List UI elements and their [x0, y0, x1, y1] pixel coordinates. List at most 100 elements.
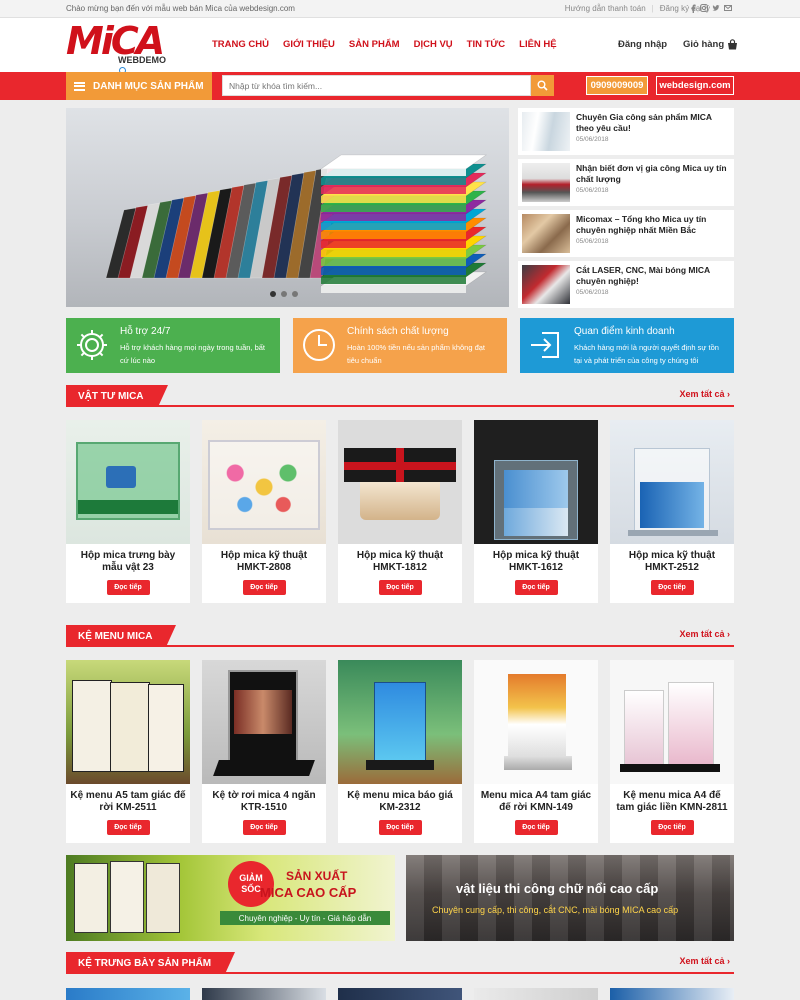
banner-tagline: Chuyên nghiệp - Uy tín - Giá hấp dẫn	[220, 911, 390, 925]
nav-about[interactable]: GIỚI THIỆU	[283, 39, 335, 50]
search-input[interactable]	[222, 75, 531, 96]
search-button[interactable]	[531, 75, 554, 96]
nav-contact[interactable]: LIÊN HỆ	[519, 39, 556, 50]
nav-news[interactable]: TIN TỨC	[467, 39, 506, 50]
read-more-button[interactable]: Đọc tiếp	[242, 580, 286, 595]
banner-headline: vật liệu thi công chữ nổi cao cấp	[456, 881, 659, 896]
news-thumbnail	[522, 265, 570, 304]
acrylic-sheets-illustration	[105, 154, 487, 293]
feature-business: Quan điểm kinh doanh Khách hàng mới là ng…	[520, 318, 734, 373]
product-image[interactable]	[338, 420, 462, 544]
product-name[interactable]: Menu mica A4 tam giác đế rời KMN-149	[474, 790, 598, 814]
read-more-button[interactable]: Đọc tiếp	[650, 820, 694, 835]
sale-badge: GIẢM SỐC	[228, 861, 274, 907]
site-logo[interactable]: MiCA WEBDEMO	[66, 22, 166, 74]
product-image[interactable]	[338, 988, 462, 1000]
slider-dot[interactable]	[270, 291, 276, 297]
product-card[interactable]: Kệ menu A5 tam giác đế rời KM-2511 Đọc t…	[66, 660, 190, 843]
news-title[interactable]: Cắt LASER, CNC, Mài bóng MICA chuyên ngh…	[576, 265, 730, 287]
top-bar: Chào mừng bạn đến với mẫu web bán Mica c…	[0, 0, 800, 18]
product-name[interactable]: Hộp mica kỹ thuật HMKT-1612	[474, 550, 598, 574]
product-image[interactable]	[66, 420, 190, 544]
welcome-text: Chào mừng bạn đến với mẫu web bán Mica c…	[66, 4, 295, 13]
news-item[interactable]: Nhận biết đơn vị gia công Mica uy tín ch…	[518, 159, 734, 206]
product-card[interactable]: Kệ menu mica A4 đế tam giác liền KMN-281…	[610, 660, 734, 843]
product-image[interactable]	[338, 660, 462, 784]
view-all-link[interactable]: Xem tất cả ›	[679, 629, 730, 639]
product-image[interactable]	[610, 988, 734, 1000]
view-all-link[interactable]: Xem tất cả ›	[679, 956, 730, 966]
product-card[interactable]: Hộp mica trưng bày mẫu vật 23 Đọc tiếp	[66, 420, 190, 603]
login-link[interactable]: Đăng nhập	[618, 39, 667, 50]
cart-link[interactable]: Giỏ hàng	[683, 39, 738, 50]
website-button[interactable]: webdesign.com	[656, 76, 734, 95]
product-image[interactable]	[66, 988, 190, 1000]
product-name[interactable]: Hộp mica kỹ thuật HMKT-2512	[610, 550, 734, 574]
read-more-button[interactable]: Đọc tiếp	[242, 820, 286, 835]
product-card[interactable]: Hộp mica kỹ thuật HMKT-1612 Đọc tiếp	[474, 420, 598, 603]
facebook-icon[interactable]	[690, 4, 696, 13]
payment-guide-link[interactable]: Hướng dẫn thanh toán	[565, 4, 646, 13]
news-item[interactable]: Micomax – Tổng kho Mica uy tín chuyên ng…	[518, 210, 734, 257]
feature-desc: Khách hàng mới là người quyết định sự tồ…	[574, 343, 719, 365]
feature-title: Hỗ trợ 24/7	[120, 326, 171, 337]
divider: |	[651, 4, 654, 13]
promo-banner-mica[interactable]: GIẢM SỐC SẢN XUẤT MICA CAO CẤP Chuyên ngh…	[66, 855, 395, 941]
feature-quality: Chính sách chất lượng Hoàn 100% tiền nếu …	[293, 318, 507, 373]
product-card[interactable]: Hộp mica kỹ thuật HMKT-2808 Đọc tiếp	[202, 420, 326, 603]
product-image[interactable]	[202, 988, 326, 1000]
read-more-button[interactable]: Đọc tiếp	[650, 580, 694, 595]
read-more-button[interactable]: Đọc tiếp	[378, 580, 422, 595]
news-item[interactable]: Chuyên Gia công sản phẩm MICA theo yêu c…	[518, 108, 734, 155]
twitter-icon[interactable]	[712, 4, 720, 12]
read-more-button[interactable]: Đọc tiếp	[106, 580, 150, 595]
banner-headline: MICA CAO CẤP	[260, 885, 357, 900]
slider-dots[interactable]	[270, 291, 298, 297]
product-name[interactable]: Kệ menu A5 tam giác đế rời KM-2511	[66, 790, 190, 814]
product-image[interactable]	[474, 420, 598, 544]
product-image[interactable]	[610, 660, 734, 784]
read-more-button[interactable]: Đọc tiếp	[378, 820, 422, 835]
read-more-button[interactable]: Đọc tiếp	[514, 820, 558, 835]
mail-icon[interactable]	[724, 4, 732, 12]
product-card[interactable]: Hộp mica kỹ thuật HMKT-1812 Đọc tiếp	[338, 420, 462, 603]
instagram-icon[interactable]	[700, 4, 708, 12]
news-title[interactable]: Chuyên Gia công sản phẩm MICA theo yêu c…	[576, 112, 730, 134]
product-name[interactable]: Hộp mica kỹ thuật HMKT-1812	[338, 550, 462, 574]
product-image[interactable]	[474, 988, 598, 1000]
product-card[interactable]: Menu mica A4 tam giác đế rời KMN-149 Đọc…	[474, 660, 598, 843]
category-menu-label: DANH MỤC SẢN PHẨM	[93, 80, 204, 92]
view-all-link[interactable]: Xem tất cả ›	[679, 389, 730, 399]
news-thumbnail	[522, 214, 570, 253]
news-item[interactable]: Cắt LASER, CNC, Mài bóng MICA chuyên ngh…	[518, 261, 734, 308]
nav-home[interactable]: TRANG CHỦ	[212, 39, 269, 50]
product-image[interactable]	[610, 420, 734, 544]
product-card[interactable]: Kệ tờ rơi mica 4 ngăn KTR-1510 Đọc tiếp	[202, 660, 326, 843]
product-image[interactable]	[66, 660, 190, 784]
promo-banner-letters[interactable]: vật liệu thi công chữ nổi cao cấp Chuyên…	[406, 855, 734, 941]
product-image[interactable]	[474, 660, 598, 784]
read-more-button[interactable]: Đọc tiếp	[106, 820, 150, 835]
slider-dot[interactable]	[292, 291, 298, 297]
product-name[interactable]: Kệ tờ rơi mica 4 ngăn KTR-1510	[202, 790, 326, 814]
product-card[interactable]: Hộp mica kỹ thuật HMKT-2512 Đọc tiếp	[610, 420, 734, 603]
hotline-button[interactable]: 0909009009	[586, 76, 648, 95]
product-card[interactable]: Kệ menu mica báo giá KM-2312 Đọc tiếp	[338, 660, 462, 843]
product-name[interactable]: Hộp mica kỹ thuật HMKT-2808	[202, 550, 326, 574]
news-title[interactable]: Nhận biết đơn vị gia công Mica uy tín ch…	[576, 163, 730, 185]
news-title[interactable]: Micomax – Tổng kho Mica uy tín chuyên ng…	[576, 214, 730, 236]
product-name[interactable]: Kệ menu mica báo giá KM-2312	[338, 790, 462, 814]
product-name[interactable]: Kệ menu mica A4 đế tam giác liền KMN-281…	[610, 790, 734, 814]
main-nav: TRANG CHỦ GIỚI THIỆU SẢN PHẨM DỊCH VỤ TI…	[212, 39, 557, 50]
nav-services[interactable]: DỊCH VỤ	[414, 39, 453, 50]
category-menu-button[interactable]: DANH MỤC SẢN PHẨM	[66, 72, 212, 100]
section-title: VẬT TƯ MICA	[66, 385, 167, 407]
search-icon	[537, 80, 548, 91]
section-header: KỆ MENU MICA Xem tất cả ›	[66, 625, 734, 647]
slider-dot[interactable]	[281, 291, 287, 297]
product-image[interactable]	[202, 420, 326, 544]
product-name[interactable]: Hộp mica trưng bày mẫu vật 23	[66, 550, 190, 574]
nav-products[interactable]: SẢN PHẨM	[349, 39, 400, 50]
product-image[interactable]	[202, 660, 326, 784]
read-more-button[interactable]: Đọc tiếp	[514, 580, 558, 595]
